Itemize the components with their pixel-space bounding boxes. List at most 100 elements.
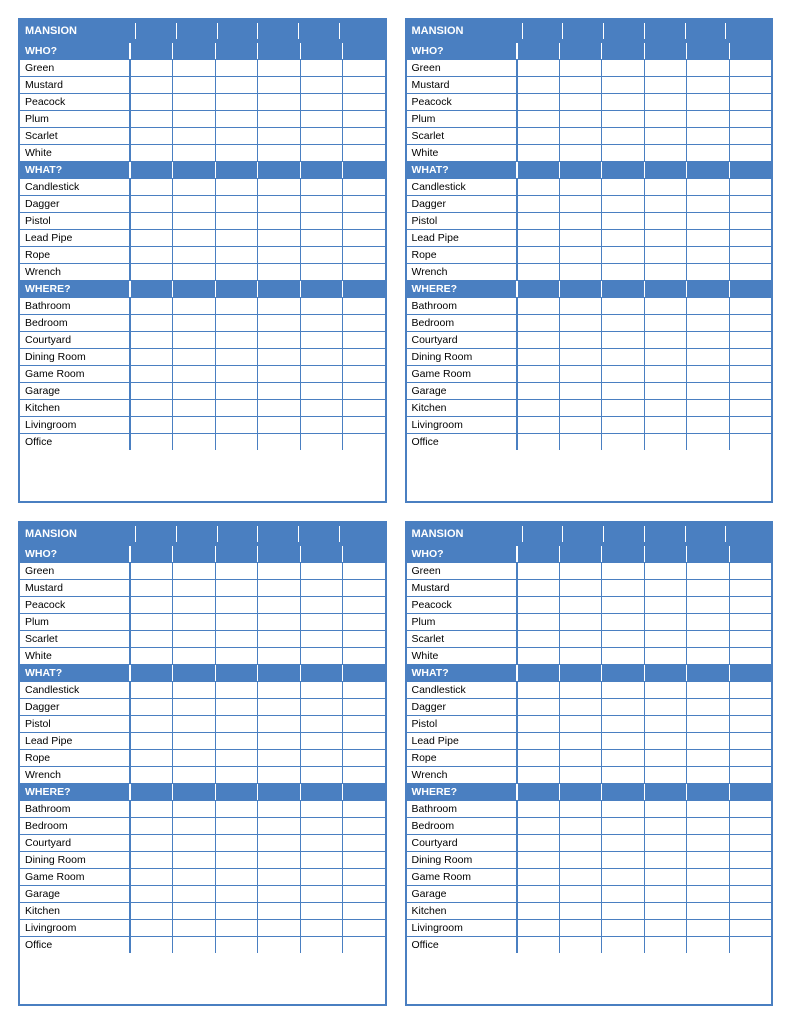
- item-cell[interactable]: [172, 400, 214, 416]
- item-cell[interactable]: [729, 886, 771, 902]
- item-cell[interactable]: [559, 349, 601, 365]
- item-cell[interactable]: [130, 920, 172, 936]
- item-cell[interactable]: [172, 179, 214, 195]
- item-cell[interactable]: [172, 869, 214, 885]
- item-cell[interactable]: [559, 366, 601, 382]
- item-cell[interactable]: [130, 417, 172, 433]
- item-cell[interactable]: [729, 937, 771, 953]
- item-cell[interactable]: [644, 733, 686, 749]
- item-cell[interactable]: [172, 920, 214, 936]
- item-cell[interactable]: [517, 835, 559, 851]
- item-cell[interactable]: [257, 349, 299, 365]
- item-cell[interactable]: [342, 366, 384, 382]
- item-cell[interactable]: [686, 77, 728, 93]
- item-cell[interactable]: [686, 434, 728, 450]
- item-cell[interactable]: [257, 145, 299, 161]
- item-cell[interactable]: [172, 835, 214, 851]
- item-cell[interactable]: [130, 77, 172, 93]
- item-cell[interactable]: [686, 631, 728, 647]
- item-cell[interactable]: [686, 60, 728, 76]
- item-cell[interactable]: [342, 77, 384, 93]
- item-cell[interactable]: [300, 716, 342, 732]
- item-cell[interactable]: [729, 682, 771, 698]
- item-cell[interactable]: [130, 597, 172, 613]
- item-cell[interactable]: [172, 886, 214, 902]
- item-cell[interactable]: [686, 716, 728, 732]
- item-cell[interactable]: [257, 699, 299, 715]
- item-cell[interactable]: [130, 818, 172, 834]
- item-cell[interactable]: [517, 332, 559, 348]
- item-cell[interactable]: [559, 648, 601, 664]
- item-cell[interactable]: [686, 648, 728, 664]
- item-cell[interactable]: [300, 937, 342, 953]
- item-cell[interactable]: [601, 835, 643, 851]
- item-cell[interactable]: [257, 417, 299, 433]
- item-cell[interactable]: [686, 213, 728, 229]
- item-cell[interactable]: [215, 196, 257, 212]
- item-cell[interactable]: [729, 699, 771, 715]
- item-cell[interactable]: [601, 315, 643, 331]
- item-cell[interactable]: [644, 179, 686, 195]
- item-cell[interactable]: [257, 366, 299, 382]
- item-cell[interactable]: [729, 315, 771, 331]
- item-cell[interactable]: [172, 716, 214, 732]
- item-cell[interactable]: [644, 631, 686, 647]
- item-cell[interactable]: [559, 869, 601, 885]
- item-cell[interactable]: [172, 298, 214, 314]
- item-cell[interactable]: [601, 366, 643, 382]
- item-cell[interactable]: [517, 614, 559, 630]
- item-cell[interactable]: [729, 716, 771, 732]
- item-cell[interactable]: [215, 920, 257, 936]
- item-cell[interactable]: [517, 366, 559, 382]
- item-cell[interactable]: [257, 920, 299, 936]
- item-cell[interactable]: [686, 145, 728, 161]
- item-cell[interactable]: [215, 886, 257, 902]
- item-cell[interactable]: [517, 886, 559, 902]
- item-cell[interactable]: [644, 614, 686, 630]
- item-cell[interactable]: [300, 920, 342, 936]
- item-cell[interactable]: [517, 699, 559, 715]
- item-cell[interactable]: [300, 682, 342, 698]
- item-cell[interactable]: [342, 315, 384, 331]
- item-cell[interactable]: [686, 903, 728, 919]
- item-cell[interactable]: [729, 801, 771, 817]
- item-cell[interactable]: [686, 417, 728, 433]
- item-cell[interactable]: [342, 903, 384, 919]
- item-cell[interactable]: [300, 631, 342, 647]
- item-cell[interactable]: [601, 886, 643, 902]
- item-cell[interactable]: [130, 264, 172, 280]
- item-cell[interactable]: [130, 383, 172, 399]
- item-cell[interactable]: [686, 597, 728, 613]
- item-cell[interactable]: [257, 852, 299, 868]
- item-cell[interactable]: [300, 196, 342, 212]
- item-cell[interactable]: [517, 920, 559, 936]
- item-cell[interactable]: [257, 247, 299, 263]
- item-cell[interactable]: [601, 417, 643, 433]
- item-cell[interactable]: [644, 60, 686, 76]
- item-cell[interactable]: [215, 417, 257, 433]
- item-cell[interactable]: [559, 400, 601, 416]
- item-cell[interactable]: [342, 767, 384, 783]
- item-cell[interactable]: [559, 298, 601, 314]
- item-cell[interactable]: [644, 230, 686, 246]
- item-cell[interactable]: [559, 94, 601, 110]
- item-cell[interactable]: [300, 648, 342, 664]
- item-cell[interactable]: [644, 597, 686, 613]
- item-cell[interactable]: [559, 77, 601, 93]
- item-cell[interactable]: [342, 94, 384, 110]
- item-cell[interactable]: [601, 213, 643, 229]
- item-cell[interactable]: [257, 648, 299, 664]
- item-cell[interactable]: [559, 128, 601, 144]
- item-cell[interactable]: [729, 750, 771, 766]
- item-cell[interactable]: [601, 349, 643, 365]
- item-cell[interactable]: [601, 801, 643, 817]
- item-cell[interactable]: [644, 349, 686, 365]
- item-cell[interactable]: [644, 247, 686, 263]
- item-cell[interactable]: [559, 332, 601, 348]
- item-cell[interactable]: [601, 920, 643, 936]
- item-cell[interactable]: [559, 903, 601, 919]
- item-cell[interactable]: [257, 94, 299, 110]
- item-cell[interactable]: [257, 818, 299, 834]
- item-cell[interactable]: [559, 733, 601, 749]
- item-cell[interactable]: [172, 852, 214, 868]
